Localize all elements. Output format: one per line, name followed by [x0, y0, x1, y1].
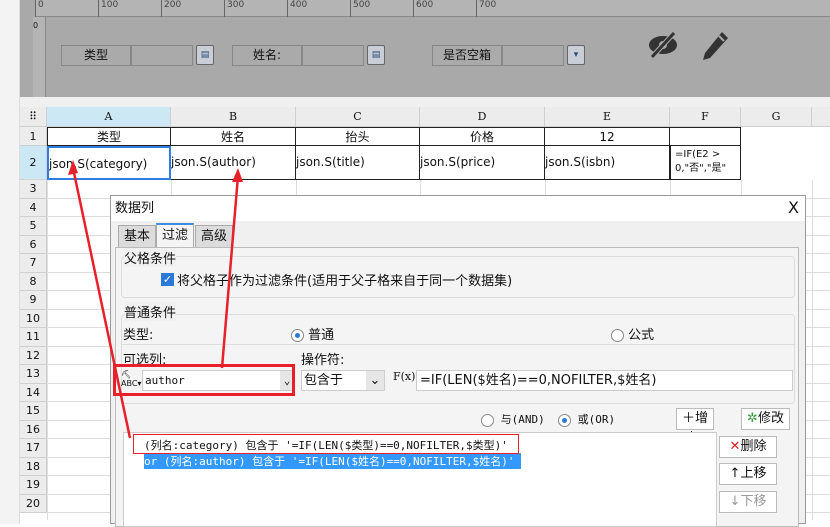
arrow-head: [232, 168, 243, 182]
annotation-arrows: [68, 160, 243, 439]
annotation-arrow: [71, 167, 132, 439]
arrow-head: [68, 160, 78, 175]
annotation-arrow: [220, 175, 240, 369]
